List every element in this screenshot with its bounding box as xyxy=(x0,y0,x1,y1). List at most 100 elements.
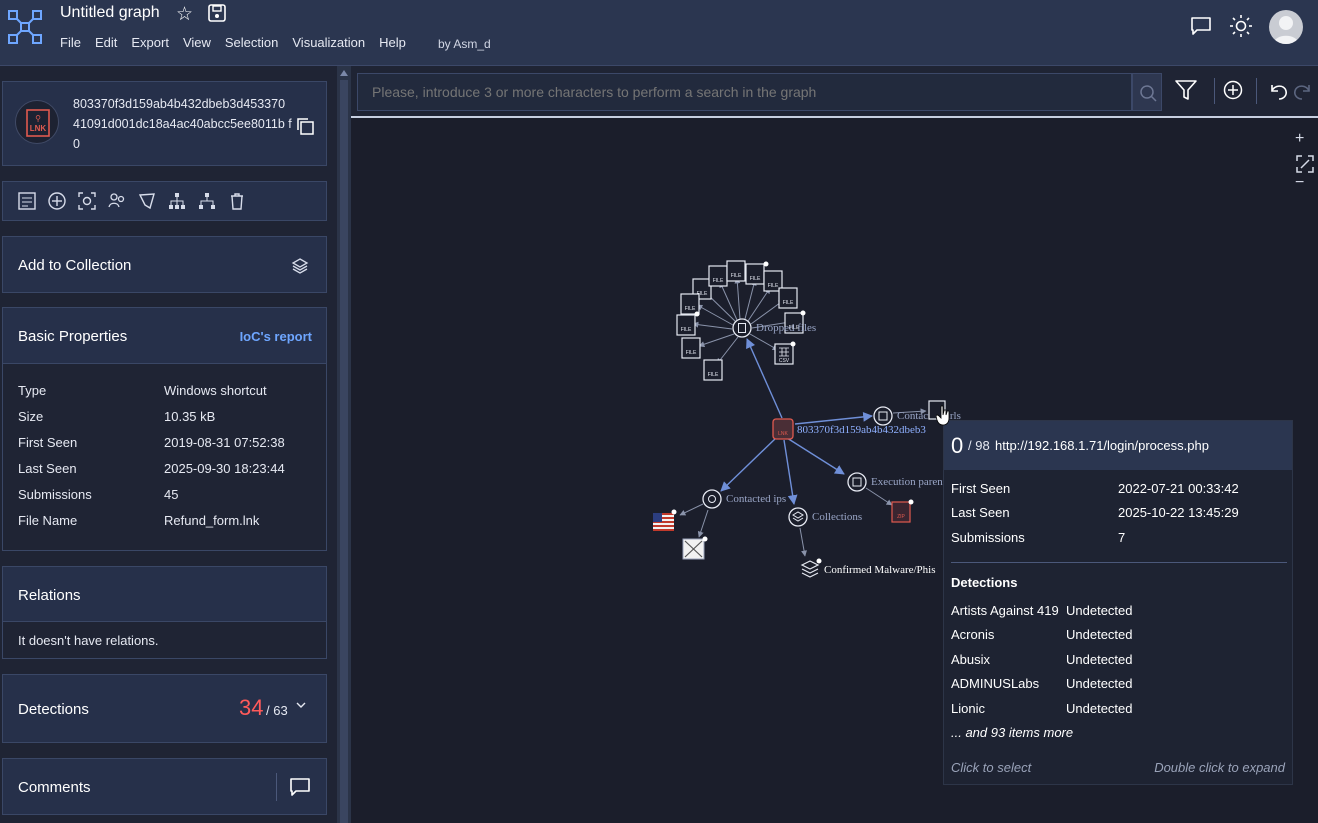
graph-search-input[interactable] xyxy=(357,73,1132,111)
relations-header[interactable]: Relations xyxy=(3,567,326,622)
graph-title[interactable]: Untitled graph xyxy=(60,4,160,22)
svg-text:ZIP: ZIP xyxy=(897,514,905,520)
tooltip-value: 7 xyxy=(1118,530,1126,545)
zoom-in-button[interactable]: + xyxy=(1295,130,1304,148)
filter-icon[interactable] xyxy=(1174,78,1198,102)
relations-empty-message: It doesn't have relations. xyxy=(18,633,159,648)
chevron-down-icon[interactable] xyxy=(295,699,307,711)
collections-label: Collections xyxy=(812,511,862,523)
add-to-collection-card[interactable]: Add to Collection xyxy=(2,236,327,293)
property-key: Size xyxy=(18,409,44,424)
relations-title: Relations xyxy=(18,587,81,604)
search-button[interactable] xyxy=(1132,73,1162,111)
file-node[interactable]: FILE xyxy=(708,265,728,287)
svg-text:LNK: LNK xyxy=(778,431,788,437)
detections-title: Detections xyxy=(18,701,89,718)
svg-text:FILE: FILE xyxy=(708,372,719,378)
node-hash: 803370f3d159ab4b432dbeb3d453370 41091d00… xyxy=(73,97,292,151)
add-to-collection-label: Add to Collection xyxy=(18,257,132,274)
save-icon[interactable] xyxy=(208,4,226,22)
unknown-ip-icon[interactable] xyxy=(682,538,705,560)
tooltip-value: 2022-07-21 00:33:42 xyxy=(1118,481,1239,496)
undo-icon[interactable] xyxy=(1267,81,1289,101)
detections-total: / 63 xyxy=(266,703,288,718)
engine-result: Undetected xyxy=(1066,701,1133,716)
svg-text:⚲: ⚲ xyxy=(35,114,41,123)
file-node[interactable]: FILE xyxy=(676,314,696,336)
chat-icon[interactable] xyxy=(1190,16,1212,36)
favorite-star-icon[interactable]: ☆ xyxy=(176,3,193,26)
group-icon[interactable] xyxy=(107,191,127,211)
tooltip-url: http://192.168.1.71/login/process.php xyxy=(995,438,1209,453)
svg-text:FILE: FILE xyxy=(750,276,761,282)
menu-help[interactable]: Help xyxy=(379,35,406,50)
node-indicator-dot xyxy=(800,310,806,316)
divider xyxy=(276,773,277,801)
engine-result: Undetected xyxy=(1066,627,1133,642)
svg-text:CSV: CSV xyxy=(779,358,790,364)
file-node[interactable]: FILE xyxy=(726,260,746,282)
us-flag-icon[interactable] xyxy=(653,513,674,531)
engine-name: Acronis xyxy=(951,627,995,642)
property-value: 2019-08-31 07:52:38 xyxy=(164,435,285,450)
engine-name: Artists Against 419 xyxy=(951,603,1059,618)
node-indicator-dot xyxy=(702,536,708,542)
property-key: File Name xyxy=(18,513,78,528)
divider xyxy=(951,562,1287,563)
zoom-out-button[interactable]: − xyxy=(1295,174,1304,192)
comments-card[interactable]: Comments xyxy=(2,758,327,815)
node-indicator-dot xyxy=(671,509,677,515)
menu-selection[interactable]: Selection xyxy=(225,35,278,50)
node-tooltip[interactable]: 0 / 98 http://192.168.1.71/login/process… xyxy=(943,420,1293,785)
detections-card[interactable]: Detections 34 / 63 xyxy=(2,674,327,743)
hierarchy-icon[interactable] xyxy=(167,191,187,211)
theme-toggle-icon[interactable] xyxy=(1229,14,1253,38)
comment-icon[interactable] xyxy=(289,777,311,797)
redo-icon[interactable] xyxy=(1292,81,1314,101)
node-indicator-dot xyxy=(763,261,769,267)
delete-icon[interactable] xyxy=(227,191,247,211)
menu-view[interactable]: View xyxy=(183,35,211,50)
file-node[interactable]: FILE xyxy=(778,287,798,309)
search-toolbar xyxy=(351,66,1318,118)
node-indicator-dot xyxy=(790,341,796,347)
svg-text:FILE: FILE xyxy=(768,283,779,289)
hierarchy-alt-icon[interactable] xyxy=(197,191,217,211)
tooltip-key: Submissions xyxy=(951,530,1025,545)
tooltip-positives: 0 xyxy=(951,433,964,458)
app-logo-icon[interactable] xyxy=(8,10,42,44)
menu-visualization[interactable]: Visualization xyxy=(292,35,365,50)
fit-screen-icon[interactable] xyxy=(1295,154,1315,174)
file-node[interactable]: FILE xyxy=(703,359,723,381)
add-node-icon[interactable] xyxy=(1222,79,1244,101)
hand-cursor-icon xyxy=(936,405,950,426)
svg-text:FILE: FILE xyxy=(713,278,724,284)
file-node[interactable]: FILE xyxy=(680,293,700,315)
scroll-up-arrow-icon[interactable] xyxy=(340,70,348,76)
engine-result: Undetected xyxy=(1066,652,1133,667)
main-menu: File Edit Export View Selection Visualiz… xyxy=(60,35,420,50)
ioc-report-link[interactable]: IoC's report xyxy=(240,329,312,344)
menu-export[interactable]: Export xyxy=(131,35,169,50)
csv-node[interactable]: CSV xyxy=(774,343,794,365)
file-node[interactable]: FILE xyxy=(745,263,765,285)
tooltip-total: / 98 xyxy=(968,438,990,453)
details-icon[interactable] xyxy=(17,191,37,211)
menu-file[interactable]: File xyxy=(60,35,81,50)
focus-icon[interactable] xyxy=(77,191,97,211)
sidebar-scrollbar[interactable] xyxy=(337,66,351,823)
property-key: Type xyxy=(18,383,47,398)
user-avatar[interactable] xyxy=(1269,10,1303,44)
property-key: Submissions xyxy=(18,487,92,502)
copy-icon[interactable] xyxy=(295,116,315,136)
tooltip-header: 0 / 98 http://192.168.1.71/login/process… xyxy=(944,421,1292,470)
basic-properties-title: Basic Properties xyxy=(18,328,128,345)
scrollbar-thumb[interactable] xyxy=(340,80,348,823)
expand-node-icon[interactable] xyxy=(47,191,67,211)
relations-card: Relations It doesn't have relations. xyxy=(2,566,327,659)
menu-edit[interactable]: Edit xyxy=(95,35,117,50)
tooltip-key: First Seen xyxy=(951,481,1011,496)
file-node[interactable]: FILE xyxy=(681,337,701,359)
highlight-icon[interactable] xyxy=(137,191,157,211)
top-bar: Untitled graph ☆ File Edit Export View S… xyxy=(0,0,1318,66)
